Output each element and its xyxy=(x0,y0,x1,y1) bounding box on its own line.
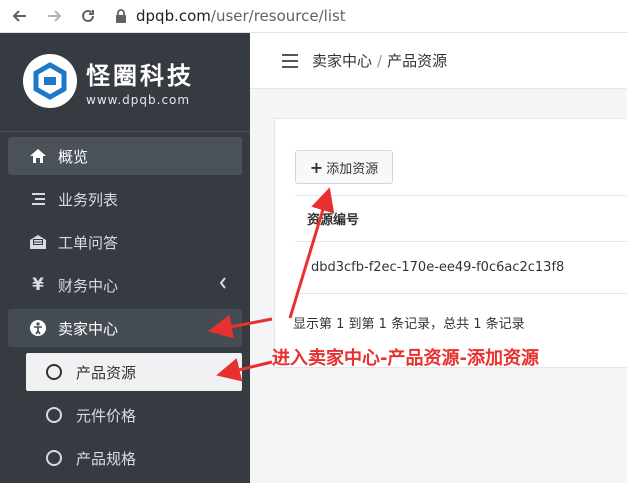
sidebar-item-tickets[interactable]: 工单问答 xyxy=(8,223,242,261)
sidebar-item-business-list[interactable]: 业务列表 xyxy=(8,180,242,218)
url-host: dpqb.com xyxy=(136,7,211,25)
add-resource-button[interactable]: + 添加资源 xyxy=(295,150,393,184)
chevron-left-icon xyxy=(218,276,228,294)
sidebar-subitem-component-price[interactable]: 元件价格 xyxy=(26,396,242,434)
url-path: /user/resource/list xyxy=(210,7,346,25)
resource-panel: + 添加资源 资源编号 dbd3cfb-f2ec-170e-ee49-f0c6a… xyxy=(274,118,627,368)
table-row[interactable]: dbd3cfb-f2ec-170e-ee49-f0c6ac2c13f8 xyxy=(295,242,627,294)
lock-icon xyxy=(114,9,128,23)
sidebar-subitem-product-resources[interactable]: 产品资源 xyxy=(26,353,242,391)
logo-mark-icon xyxy=(23,54,77,108)
table-header-resource-id[interactable]: 资源编号 xyxy=(295,196,627,242)
arrow-right-icon[interactable] xyxy=(40,2,68,30)
brand-url: www.dpqb.com xyxy=(86,92,191,107)
circle-icon xyxy=(46,364,62,380)
list-icon xyxy=(28,189,48,209)
annotation-caption: 进入卖家中心-产品资源-添加资源 xyxy=(272,348,539,369)
plus-icon: + xyxy=(309,157,324,177)
sidebar-item-seller-center[interactable]: 卖家中心 xyxy=(8,309,242,347)
circle-icon xyxy=(46,407,62,423)
reload-icon[interactable] xyxy=(74,2,102,30)
top-header: 卖家中心 / 产品资源 xyxy=(250,33,627,89)
brand-name: 怪圈科技 xyxy=(86,61,194,90)
sidebar-item-label: 业务列表 xyxy=(58,190,119,209)
sidebar-subitem-label: 产品规格 xyxy=(76,449,137,468)
breadcrumb-parent[interactable]: 卖家中心 xyxy=(312,52,372,70)
circle-icon xyxy=(46,450,62,466)
sidebar-subitem-label: 产品资源 xyxy=(76,363,137,382)
resource-table: 资源编号 dbd3cfb-f2ec-170e-ee49-f0c6ac2c13f8 xyxy=(295,195,627,294)
sidebar-item-label: 卖家中心 xyxy=(58,319,119,338)
sidebar-item-finance[interactable]: ¥ 财务中心 xyxy=(8,266,242,304)
sidebar-item-label: 财务中心 xyxy=(58,276,119,295)
main-content: 卖家中心 / 产品资源 + 添加资源 资源编号 dbd3cfb-f2ec-170e-… xyxy=(250,33,627,483)
arrow-left-icon[interactable] xyxy=(6,2,34,30)
breadcrumb-current: 产品资源 xyxy=(387,52,448,70)
sidebar: 怪圈科技 www.dpqb.com 概览 业务列表 工单问答 ¥ 财务中心 卖家… xyxy=(0,33,250,483)
browser-toolbar: dpqb.com/user/resource/list xyxy=(0,0,627,33)
breadcrumb-separator: / xyxy=(377,52,383,70)
address-bar[interactable]: dpqb.com/user/resource/list xyxy=(136,7,346,25)
person-circle-icon xyxy=(28,318,48,338)
home-icon xyxy=(28,146,48,166)
menu-toggle-icon[interactable] xyxy=(282,53,298,68)
envelope-open-icon xyxy=(28,232,48,252)
breadcrumb: 卖家中心 / 产品资源 xyxy=(312,50,447,71)
brand-logo[interactable]: 怪圈科技 www.dpqb.com xyxy=(22,53,194,109)
sidebar-item-label: 概览 xyxy=(58,147,89,166)
screen: dpqb.com/user/resource/list 怪圈科技 www.dpq… xyxy=(0,0,627,483)
sidebar-item-label: 工单问答 xyxy=(58,233,119,252)
sidebar-item-overview[interactable]: 概览 xyxy=(8,137,242,175)
sidebar-subitem-product-specs[interactable]: 产品规格 xyxy=(26,439,242,477)
sidebar-subitem-label: 元件价格 xyxy=(76,406,137,425)
yen-icon: ¥ xyxy=(32,275,44,295)
add-resource-label: 添加资源 xyxy=(326,161,379,177)
sidebar-divider xyxy=(0,131,250,132)
table-cell-resource-id: dbd3cfb-f2ec-170e-ee49-f0c6ac2c13f8 xyxy=(311,260,565,275)
pagination-summary: 显示第 1 到第 1 条记录，总共 1 条记录 xyxy=(293,317,525,332)
